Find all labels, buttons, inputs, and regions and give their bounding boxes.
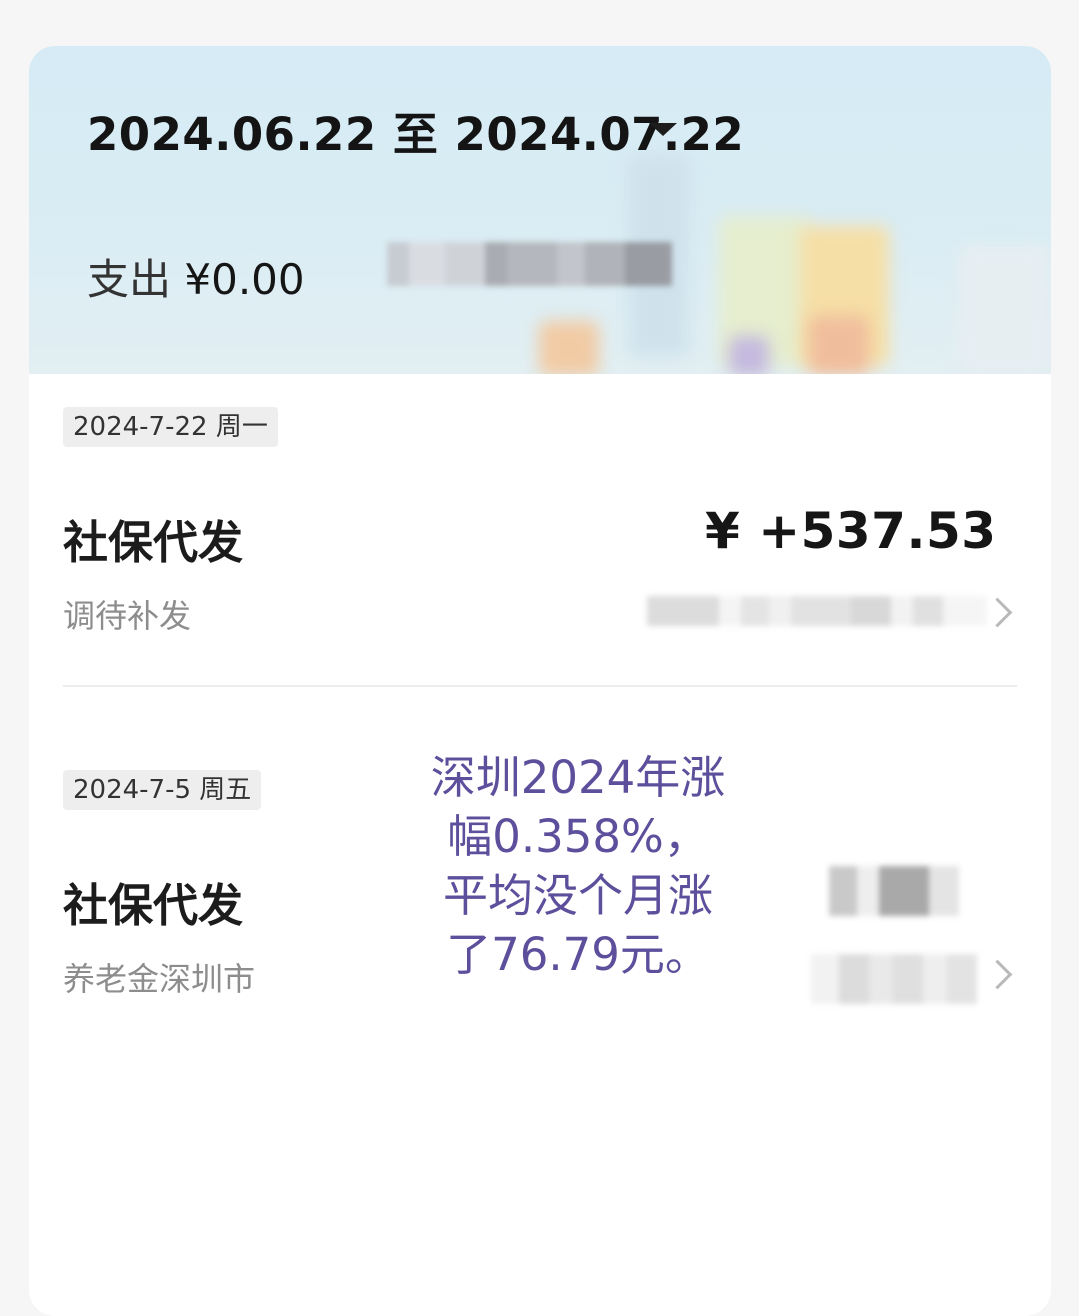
transaction-subtitle: 调待补发: [63, 597, 192, 635]
chevron-right-icon[interactable]: [982, 959, 1013, 990]
transaction-date-badge: 2024-7-22 周一: [63, 407, 278, 447]
annotation-line: 平均没个月涨: [442, 869, 713, 922]
row-divider: [63, 685, 1017, 687]
dropdown-caret-icon[interactable]: [649, 123, 677, 136]
expense-summary: 支出 ¥0.00: [87, 246, 305, 307]
pixelated-redaction: [811, 954, 977, 1004]
header-illustration: [809, 316, 869, 374]
annotation-line: 了76.79元。: [446, 928, 710, 981]
transaction-amount: ¥ +537.53: [705, 502, 997, 560]
bill-card: 2024.06.22 至 2024.07.22 支出 ¥0.00 2024-7-…: [29, 46, 1051, 1316]
summary-header: 2024.06.22 至 2024.07.22 支出 ¥0.00: [29, 46, 1051, 374]
expense-label: 支出: [87, 255, 172, 304]
date-range-selector[interactable]: 2024.06.22 至 2024.07.22: [87, 98, 744, 163]
pixelated-redaction: [829, 866, 959, 916]
transaction-date-badge: 2024-7-5 周五: [63, 770, 262, 810]
pixelated-redaction: [387, 242, 672, 286]
annotation-line: 深圳2024年涨: [430, 751, 726, 804]
transaction-title: 社保代发: [63, 879, 244, 932]
date-range-text: 2024.06.22 至 2024.07.22: [87, 108, 745, 161]
expense-amount: ¥0.00: [184, 255, 305, 304]
transaction-title: 社保代发: [63, 516, 244, 569]
chevron-right-icon[interactable]: [982, 597, 1013, 628]
header-illustration: [729, 336, 769, 374]
header-illustration: [539, 321, 599, 374]
header-illustration: [959, 246, 1051, 374]
transaction-subtitle: 养老金深圳市: [63, 960, 256, 998]
annotation-line: 幅0.358%，: [447, 810, 709, 863]
pixelated-redaction: [647, 596, 987, 626]
annotation-overlay: 深圳2024年涨 幅0.358%， 平均没个月涨 了76.79元。: [399, 748, 757, 984]
